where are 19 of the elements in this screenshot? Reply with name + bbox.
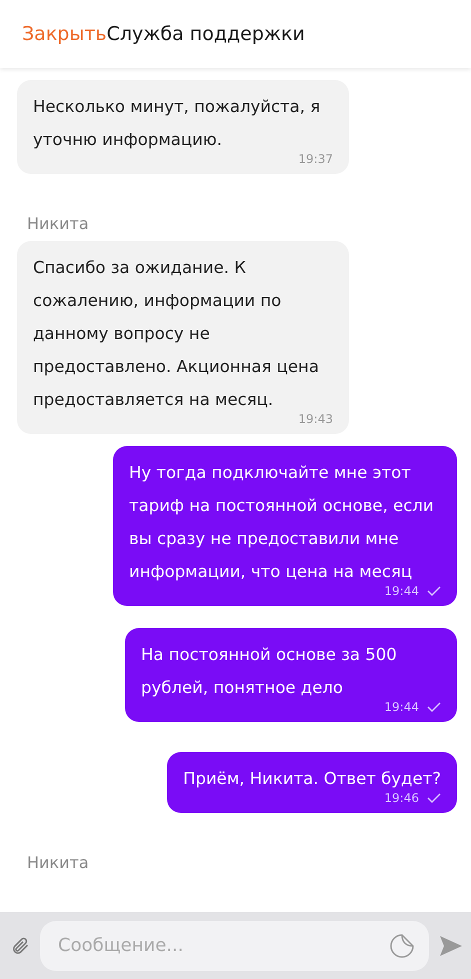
message-text: Спасибо за ожидание. К сожалению, информации по данному вопросу не предоставлено. Акционная цена предоставляется на месяц. [33, 257, 320, 411]
send-icon[interactable] [439, 934, 463, 956]
close-link[interactable]: Закрыть [22, 23, 107, 45]
message-text: Несколько минут, пожалуйста, я уточню информацию. [33, 96, 322, 151]
message-text: Ну тогда подключайте мне этот тариф на постоянной основе, если вы сразу не предоставили мне информации, что цена на месяц [129, 462, 435, 583]
message-field[interactable]: Сообщение... [40, 920, 429, 970]
message-time: 19:44 [384, 584, 419, 598]
chat-title: Служба поддержки [106, 23, 305, 45]
paperclip-icon[interactable] [10, 936, 30, 956]
message-time: 19:43 [298, 412, 333, 426]
message-text: Приём, Никита. Ответ будет? [183, 768, 441, 790]
message-time: 19:37 [298, 152, 333, 166]
message-time: 19:46 [384, 791, 419, 805]
sender-name: Никита [27, 214, 89, 233]
sender-name: Никита [27, 853, 89, 872]
message-time: 19:44 [384, 700, 419, 714]
message-input[interactable]: Сообщение... [56, 934, 389, 957]
message-text: На постоянной основе за 500 рублей, понятное дело [141, 644, 398, 699]
sticker-icon[interactable] [389, 932, 415, 958]
